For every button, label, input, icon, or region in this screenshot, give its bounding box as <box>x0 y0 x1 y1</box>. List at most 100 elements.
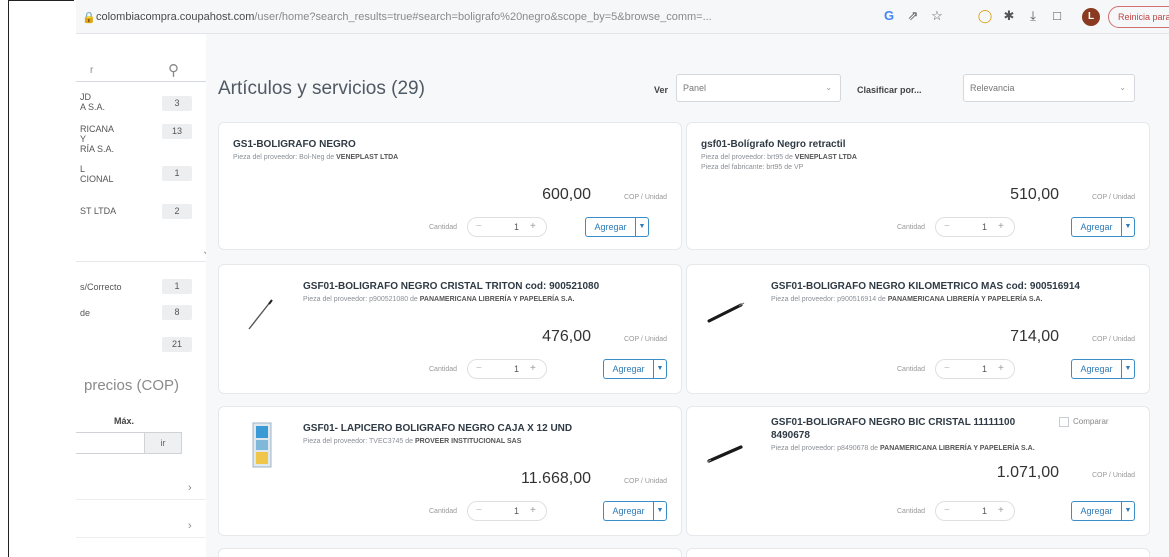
add-to-cart-button[interactable]: Agregar <box>585 217 635 237</box>
supplier-label: ST LTDA <box>80 206 117 216</box>
pen-box-icon <box>252 422 272 468</box>
sort-select[interactable]: Relevancia ⌄ <box>963 74 1135 102</box>
quantity-label: Cantidad <box>429 224 458 231</box>
compare-checkbox[interactable]: Comparar <box>1059 417 1109 427</box>
plus-icon[interactable]: + <box>998 363 1004 374</box>
product-name[interactable]: GS1-BOLIGRAFO NEGRO <box>233 139 356 150</box>
avatar[interactable]: L <box>1082 8 1100 26</box>
sort-value: Relevancia <box>970 83 1015 93</box>
update-button[interactable]: Reinicia para actualizar <box>1108 6 1169 28</box>
product-card[interactable]: GSF01-BOLIGRAFO NEGRO BIC CRISTAL 111111… <box>686 406 1150 536</box>
add-to-cart-button[interactable]: Agregar <box>1071 359 1121 379</box>
plus-icon[interactable]: + <box>530 505 536 516</box>
pen-thin-icon <box>248 299 273 330</box>
add-to-cart-button[interactable]: Agregar <box>1071 217 1121 237</box>
sidebar-search[interactable]: r ⚲ <box>76 62 206 82</box>
supplier-name: PANAMERICANA LIBRERÍA Y PAPELERÍA S.A. <box>879 445 1035 452</box>
filter-sidebar: r ⚲ JD A S.A. 3 RICANA Y RÍA S.A. 13 L C… <box>76 34 210 557</box>
chevron-down-icon: ⌄ <box>1119 83 1126 92</box>
product-name[interactable]: GSF01-BOLIGRAFO NEGRO CRISTAL TRITON cod… <box>303 281 599 292</box>
address-bar[interactable]: colombiacompra.coupahost.com/user/home?s… <box>96 11 856 23</box>
sidebar-icon[interactable]: □ <box>1048 8 1066 23</box>
quantity-value: 1 <box>514 222 520 232</box>
product-name[interactable]: GSF01-BOLIGRAFO NEGRO KILOMETRICO MAS co… <box>771 281 1080 292</box>
download-icon[interactable]: ⤓ <box>1024 8 1042 24</box>
quantity-stepper[interactable]: − 1 + <box>467 501 547 521</box>
quantity-stepper[interactable]: − 1 + <box>467 359 547 379</box>
star-icon[interactable]: ☆ <box>928 8 946 24</box>
sort-label: Clasificar por... <box>857 85 922 95</box>
supplier-line: Pieza del proveedor: p8490678 de <box>771 445 879 452</box>
price-unit: COP / Unidad <box>1091 472 1135 479</box>
supplier-name: VENEPLAST LTDA <box>794 154 857 161</box>
extension-icon[interactable]: ◯ <box>976 8 994 24</box>
chevron-down-icon: ⌄ <box>825 83 832 92</box>
view-select[interactable]: Panel ⌄ <box>676 74 841 102</box>
add-to-cart-button[interactable]: Agregar <box>603 501 653 521</box>
manufacturer-part: Pieza del fabricante: brt95 de VP <box>701 164 804 171</box>
plus-icon[interactable]: + <box>998 505 1004 516</box>
product-name[interactable]: GSF01-BOLIGRAFO NEGRO BIC CRISTAL 111111… <box>771 417 1015 428</box>
filter-dropdown[interactable]: ⌄ <box>76 246 210 262</box>
window-border-top <box>8 0 74 1</box>
add-to-cart-button[interactable]: Agregar <box>1071 501 1121 521</box>
minus-icon[interactable]: − <box>944 505 950 516</box>
checkbox-icon[interactable] <box>1059 417 1069 427</box>
plus-icon[interactable]: + <box>998 221 1004 232</box>
quantity-label: Cantidad <box>429 508 458 515</box>
quantity-stepper[interactable]: − 1 + <box>935 359 1015 379</box>
quantity-value: 1 <box>514 506 520 516</box>
minus-icon[interactable]: − <box>944 221 950 232</box>
minus-icon[interactable]: − <box>476 363 482 374</box>
add-menu-chevron-icon[interactable]: ▼ <box>653 359 667 379</box>
quantity-stepper[interactable]: − 1 + <box>935 501 1015 521</box>
add-menu-chevron-icon[interactable]: ▼ <box>1121 217 1135 237</box>
product-card[interactable] <box>686 548 1150 557</box>
supplier-name: VENEPLAST LTDA <box>336 154 399 161</box>
supplier-label: RICANA Y RÍA S.A. <box>80 124 115 154</box>
add-menu-chevron-icon[interactable]: ▼ <box>653 501 667 521</box>
plus-icon[interactable]: + <box>530 221 536 232</box>
price-go-button[interactable]: ir <box>144 432 182 454</box>
minus-icon[interactable]: − <box>944 363 950 374</box>
add-menu-chevron-icon[interactable]: ▼ <box>1121 501 1135 521</box>
quantity-stepper[interactable]: − 1 + <box>467 217 547 237</box>
supplier-count: 3 <box>162 96 192 111</box>
quantity-value: 1 <box>982 506 988 516</box>
product-card[interactable]: gsf01-Bolígrafo Negro retractil Pieza de… <box>686 122 1150 250</box>
plus-icon[interactable]: + <box>530 363 536 374</box>
add-menu-chevron-icon[interactable]: ▼ <box>635 217 649 237</box>
product-name-continued[interactable]: 8490678 <box>771 430 810 441</box>
minus-icon[interactable]: − <box>476 505 482 516</box>
product-name[interactable]: gsf01-Bolígrafo Negro retractil <box>701 139 845 150</box>
supplier-part: Pieza del proveedor: TVEC3745 de PROVEER… <box>303 438 521 445</box>
max-price-input[interactable] <box>76 432 146 454</box>
filter-count: 1 <box>162 279 192 294</box>
google-icon[interactable]: G <box>880 8 898 23</box>
product-card[interactable] <box>218 548 682 557</box>
product-card[interactable]: GSF01-BOLIGRAFO NEGRO KILOMETRICO MAS co… <box>686 264 1150 394</box>
search-icon[interactable]: ⚲ <box>168 61 179 79</box>
product-name[interactable]: GSF01- LAPICERO BOLIGRAFO NEGRO CAJA X 1… <box>303 423 572 434</box>
expand-section[interactable]: › <box>76 476 206 500</box>
prices-title: precios (COP) <box>84 377 180 394</box>
product-card[interactable]: GSF01-BOLIGRAFO NEGRO CRISTAL TRITON cod… <box>218 264 682 394</box>
share-icon[interactable]: ⇗ <box>904 8 922 24</box>
minus-icon[interactable]: − <box>476 221 482 232</box>
product-price: 1.071,00 <box>996 464 1059 481</box>
quantity-stepper[interactable]: − 1 + <box>935 217 1015 237</box>
product-price: 510,00 <box>1010 186 1059 203</box>
url-host: colombiacompra.coupahost.com <box>96 11 255 23</box>
product-card[interactable]: GS1-BOLIGRAFO NEGRO Pieza del proveedor:… <box>218 122 682 250</box>
supplier-count: 2 <box>162 204 192 219</box>
add-to-cart-button[interactable]: Agregar <box>603 359 653 379</box>
window-border <box>8 0 9 557</box>
price-unit: COP / Unidad <box>1091 194 1135 201</box>
filter-label: de <box>80 308 91 318</box>
lock-icon[interactable]: 🔒 <box>82 11 96 24</box>
supplier-count: 1 <box>162 166 192 181</box>
puzzle-icon[interactable]: ✱ <box>1000 8 1018 24</box>
product-card[interactable]: GSF01- LAPICERO BOLIGRAFO NEGRO CAJA X 1… <box>218 406 682 536</box>
add-menu-chevron-icon[interactable]: ▼ <box>1121 359 1135 379</box>
expand-section[interactable]: › <box>76 514 206 538</box>
